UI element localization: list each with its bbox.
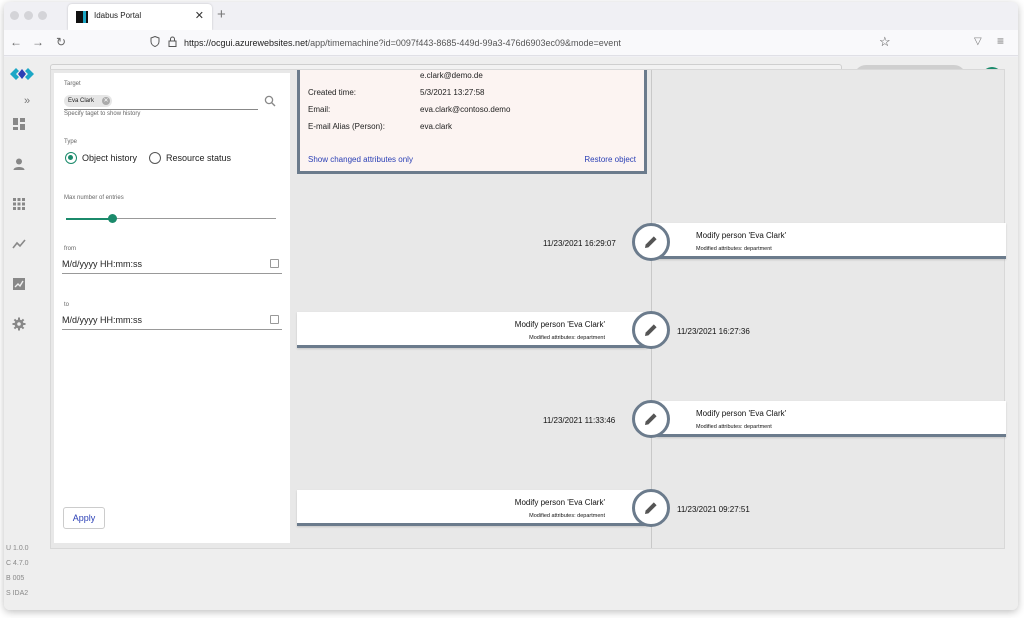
object-row-value: e.clark@demo.de xyxy=(420,71,483,80)
event-timestamp: 11/23/2021 09:27:51 xyxy=(677,505,750,514)
max-entries-slider-fill xyxy=(66,218,113,220)
edit-pencil-icon xyxy=(645,413,657,425)
event-subtitle: Modified attributes: department xyxy=(529,335,605,341)
timeline-event-node[interactable] xyxy=(632,489,670,527)
timeline-axis xyxy=(651,70,652,548)
event-title: Modify person 'Eva Clark' xyxy=(696,231,787,240)
version-build: B 005 xyxy=(6,575,25,582)
side-rail: » U 1.0.0 C 4.7.0 B 005 S IDA2 xyxy=(4,95,38,610)
navigation-bar: ← → ↻ https://ocgui.azurewebsites.net/ap… xyxy=(4,30,1018,56)
idabus-logo-icon[interactable] xyxy=(8,64,36,84)
time-machine-view: Target Eva Clark ✕ Specify taget to show… xyxy=(50,69,1006,549)
version-core: C 4.7.0 xyxy=(6,560,29,567)
dashboard-icon[interactable] xyxy=(12,117,26,131)
window-zoom-dot[interactable] xyxy=(38,11,47,20)
back-button[interactable]: ← xyxy=(10,35,22,49)
filter-panel: Target Eva Clark ✕ Specify taget to show… xyxy=(54,73,290,543)
person-icon[interactable] xyxy=(12,157,26,171)
event-timestamp: 11/23/2021 16:29:07 xyxy=(543,239,616,248)
bookmark-star-icon[interactable]: ☆ xyxy=(879,34,891,50)
restore-object-link[interactable]: Restore object xyxy=(584,155,636,164)
to-date-input[interactable]: M/d/yyyy HH:mm:ss xyxy=(62,315,142,325)
tab-bar: Idabus Portal ✕ + xyxy=(4,2,1018,30)
to-calendar-icon[interactable] xyxy=(270,315,279,324)
browser-tab[interactable]: Idabus Portal ✕ xyxy=(68,4,212,30)
hamburger-menu-icon[interactable]: ≡ xyxy=(997,34,1004,48)
target-chip[interactable]: Eva Clark ✕ xyxy=(64,95,113,107)
version-ui: U 1.0.0 xyxy=(6,545,29,552)
url-text: https://ocgui.azurewebsites.net/app/time… xyxy=(184,38,621,48)
timeline-event-node[interactable] xyxy=(632,311,670,349)
from-date-input[interactable]: M/d/yyyy HH:mm:ss xyxy=(62,259,142,269)
radio-resource-status[interactable] xyxy=(149,152,161,164)
event-subtitle: Modified attributes: department xyxy=(696,424,772,430)
timeline-event-card[interactable]: Modify person 'Eva Clark' Modified attri… xyxy=(656,223,1006,259)
target-label: Target xyxy=(64,81,81,87)
report-icon[interactable] xyxy=(12,277,26,291)
object-row-key: Created time: xyxy=(308,88,357,97)
browser-window: Idabus Portal ✕ + ← → ↻ https://ocgui.az… xyxy=(4,2,1018,610)
show-changed-attributes-link[interactable]: Show changed attributes only xyxy=(308,155,413,164)
event-title: Modify person 'Eva Clark' xyxy=(514,498,605,507)
new-tab-button[interactable]: + xyxy=(217,6,226,23)
tab-close-icon[interactable]: ✕ xyxy=(195,9,204,22)
to-label: to xyxy=(64,302,70,308)
target-chip-label: Eva Clark xyxy=(68,98,95,104)
trend-icon[interactable] xyxy=(12,237,26,251)
event-title: Modify person 'Eva Clark' xyxy=(514,320,605,329)
pocket-icon[interactable]: ▽ xyxy=(974,36,982,47)
url-host: https://ocgui.azurewebsites.net xyxy=(184,38,308,48)
to-input-underline xyxy=(62,329,282,330)
timeline-event-card[interactable]: Modify person 'Eva Clark' Modified attri… xyxy=(297,312,647,348)
max-entries-label: Max number of entries xyxy=(64,195,124,201)
expand-rail-icon[interactable]: » xyxy=(24,95,30,107)
version-service: S IDA2 xyxy=(6,590,29,597)
settings-gear-icon[interactable] xyxy=(12,317,26,331)
target-hint: Specify taget to show history xyxy=(64,111,141,117)
idabus-favicon-icon xyxy=(76,11,88,23)
type-label: Type xyxy=(64,139,78,145)
tab-title: Idabus Portal xyxy=(94,11,142,20)
chip-remove-icon[interactable]: ✕ xyxy=(102,97,111,105)
timeline-event-card[interactable]: Modify person 'Eva Clark' Modified attri… xyxy=(297,490,647,526)
from-label: from xyxy=(64,246,76,252)
timeline-event-card[interactable]: Modify person 'Eva Clark' Modified attri… xyxy=(656,401,1006,437)
from-calendar-icon[interactable] xyxy=(270,259,279,268)
object-row-value: 5/3/2021 13:27:58 xyxy=(420,88,485,97)
edit-pencil-icon xyxy=(645,324,657,336)
radio-object-history-label[interactable]: Object history xyxy=(82,153,137,163)
edit-pencil-icon xyxy=(645,236,657,248)
forward-button[interactable]: → xyxy=(32,35,44,49)
event-subtitle: Modified attributes: department xyxy=(529,513,605,519)
apply-button[interactable]: Apply xyxy=(63,507,105,529)
object-snapshot-card: e.clark@demo.de Created time: 5/3/2021 1… xyxy=(297,70,647,174)
max-entries-slider-thumb[interactable] xyxy=(107,214,117,223)
event-timestamp: 11/23/2021 11:33:46 xyxy=(543,416,616,425)
url-path: /app/timemachine?id=0097f443-8685-449d-9… xyxy=(307,38,621,48)
target-search-icon[interactable] xyxy=(264,95,276,107)
from-input-underline xyxy=(62,273,282,274)
object-row-value: eva.clark xyxy=(420,122,453,131)
radio-resource-status-label[interactable]: Resource status xyxy=(166,153,231,163)
event-title: Modify person 'Eva Clark' xyxy=(696,409,787,418)
object-row-key: E-mail Alias (Person): xyxy=(308,122,385,131)
reload-button[interactable]: ↻ xyxy=(56,35,66,49)
object-row-key: Email: xyxy=(308,105,331,114)
radio-object-history[interactable] xyxy=(65,152,77,164)
target-input-underline xyxy=(64,109,258,110)
event-timestamp: 11/23/2021 16:27:36 xyxy=(677,327,750,336)
url-bar[interactable]: https://ocgui.azurewebsites.net/app/time… xyxy=(144,33,894,53)
window-minimize-dot[interactable] xyxy=(24,11,33,20)
lock-icon xyxy=(168,36,177,47)
shield-icon xyxy=(150,36,160,47)
object-row-value: eva.clark@contoso.demo xyxy=(420,105,511,114)
edit-pencil-icon xyxy=(645,502,657,514)
timeline-event-node[interactable] xyxy=(632,223,670,261)
timeline-event-node[interactable] xyxy=(632,400,670,438)
apps-grid-icon[interactable] xyxy=(12,197,26,211)
event-subtitle: Modified attributes: department xyxy=(696,246,772,252)
window-close-dot[interactable] xyxy=(10,11,19,20)
